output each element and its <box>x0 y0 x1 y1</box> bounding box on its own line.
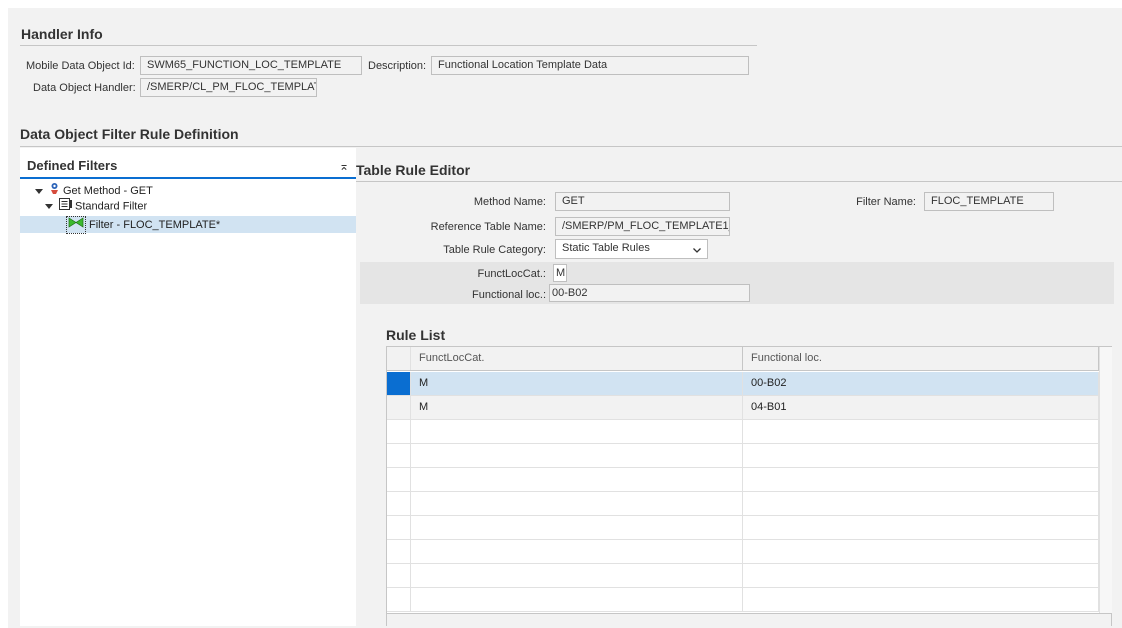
defined-filters-divider <box>20 177 356 179</box>
empty-table-row[interactable] <box>387 420 1111 444</box>
reference-table-label: Reference Table Name: <box>430 221 546 233</box>
mobile-data-object-id-label: Mobile Data Object Id: <box>26 60 135 72</box>
empty-cell <box>411 516 743 539</box>
row-selector[interactable] <box>387 564 411 587</box>
column-header-functional-loc[interactable]: Functional loc. <box>743 347 1099 370</box>
empty-cell <box>743 444 1099 467</box>
empty-table-row[interactable] <box>387 516 1111 540</box>
table-rule-editor-divider <box>356 181 1122 182</box>
defined-filters-title: Defined Filters <box>27 158 118 173</box>
empty-cell <box>411 468 743 491</box>
method-name-field[interactable]: GET <box>555 192 730 211</box>
row-selector[interactable] <box>387 588 411 611</box>
empty-cell <box>743 492 1099 515</box>
expand-arrow-icon[interactable] <box>45 204 53 209</box>
tree-label-get-method: Get Method - GET <box>63 184 153 197</box>
list-icon <box>59 198 72 215</box>
empty-table-row[interactable] <box>387 444 1111 468</box>
description-field[interactable]: Functional Location Template Data <box>431 56 749 75</box>
chevron-down-icon <box>693 243 701 253</box>
tree-node-standard-filter[interactable]: Standard Filter <box>45 198 147 214</box>
mobile-data-object-id-field[interactable]: SWM65_FUNCTION_LOC_TEMPLATE <box>140 56 362 75</box>
method-name-label: Method Name: <box>473 196 546 208</box>
filter-name-field[interactable]: FLOC_TEMPLATE <box>924 192 1054 211</box>
header-selector-cell[interactable] <box>387 347 411 370</box>
data-object-handler-field[interactable]: /SMERP/CL_PM_FLOC_TEMPLAT <box>140 78 317 97</box>
table-rule-editor-title: Table Rule Editor <box>356 162 471 178</box>
column-header-functlocat[interactable]: FunctLocCat. <box>411 347 743 370</box>
empty-cell <box>411 564 743 587</box>
table-row[interactable]: M 00-B02 <box>387 372 1111 396</box>
row-selector[interactable] <box>387 516 411 539</box>
empty-cell <box>743 588 1099 611</box>
table-header-row: FunctLocCat. Functional loc. <box>387 347 1111 371</box>
tree-label-standard-filter: Standard Filter <box>75 200 148 213</box>
empty-cell <box>411 420 743 443</box>
rule-list-title: Rule List <box>386 327 446 343</box>
description-label: Description: <box>368 60 427 72</box>
functlocat-label: FunctLocCat.: <box>477 268 546 280</box>
row-selector[interactable] <box>387 468 411 491</box>
handler-info-title: Handler Info <box>21 26 103 42</box>
table-footer-bar <box>387 613 1111 626</box>
row-selector[interactable] <box>387 396 411 419</box>
cell-functional-loc: 00-B02 <box>743 372 1099 395</box>
collapse-panel-icon[interactable]: ⌅ <box>339 159 349 173</box>
empty-table-row[interactable] <box>387 588 1111 612</box>
table-row[interactable]: M 04-B01 <box>387 396 1111 420</box>
empty-cell <box>743 420 1099 443</box>
tree-label-filter: Filter - FLOC_TEMPLATE* <box>89 218 221 231</box>
filter-icon <box>66 216 86 234</box>
empty-cell <box>743 564 1099 587</box>
functional-loc-label: Functional loc.: <box>472 289 546 301</box>
filter-rule-divider <box>20 146 1122 147</box>
table-rule-category-label: Table Rule Category: <box>443 244 546 256</box>
empty-cell <box>743 540 1099 563</box>
empty-cell <box>411 540 743 563</box>
tree-node-get-method[interactable]: Get Method - GET <box>35 182 153 198</box>
functional-loc-input[interactable]: 00-B02 <box>549 284 750 302</box>
row-selector[interactable] <box>387 540 411 563</box>
empty-cell <box>411 444 743 467</box>
empty-cell <box>411 492 743 515</box>
tree-node-filter-floc-template[interactable]: Filter - FLOC_TEMPLATE* <box>66 216 221 234</box>
expand-arrow-icon[interactable] <box>35 188 43 194</box>
empty-cell <box>411 588 743 611</box>
data-object-handler-label: Data Object Handler: <box>33 82 136 94</box>
row-selector[interactable] <box>387 444 411 467</box>
handler-info-divider <box>20 45 757 46</box>
empty-cell <box>743 468 1099 491</box>
rule-list-table: FunctLocCat. Functional loc. M 00-B02 M … <box>386 346 1112 626</box>
cell-functlocat: M <box>411 396 743 419</box>
empty-table-row[interactable] <box>387 468 1111 492</box>
cell-functlocat: M <box>411 372 743 395</box>
table-vertical-scrollbar[interactable] <box>1099 347 1112 613</box>
filter-name-label: Filter Name: <box>856 196 916 208</box>
empty-cell <box>743 516 1099 539</box>
reference-table-field[interactable]: /SMERP/PM_FLOC_TEMPLATE1_ <box>555 217 730 236</box>
row-selector[interactable] <box>387 420 411 443</box>
table-rule-category-dropdown[interactable]: Static Table Rules <box>555 239 708 259</box>
row-selector[interactable] <box>387 372 411 395</box>
row-selector[interactable] <box>387 492 411 515</box>
filter-rule-definition-title: Data Object Filter Rule Definition <box>20 126 239 142</box>
cell-functional-loc: 04-B01 <box>743 396 1099 419</box>
empty-table-row[interactable] <box>387 492 1111 516</box>
table-rule-category-value: Static Table Rules <box>562 242 650 254</box>
empty-table-row[interactable] <box>387 564 1111 588</box>
functlocat-input[interactable]: M <box>553 264 567 282</box>
empty-table-row[interactable] <box>387 540 1111 564</box>
